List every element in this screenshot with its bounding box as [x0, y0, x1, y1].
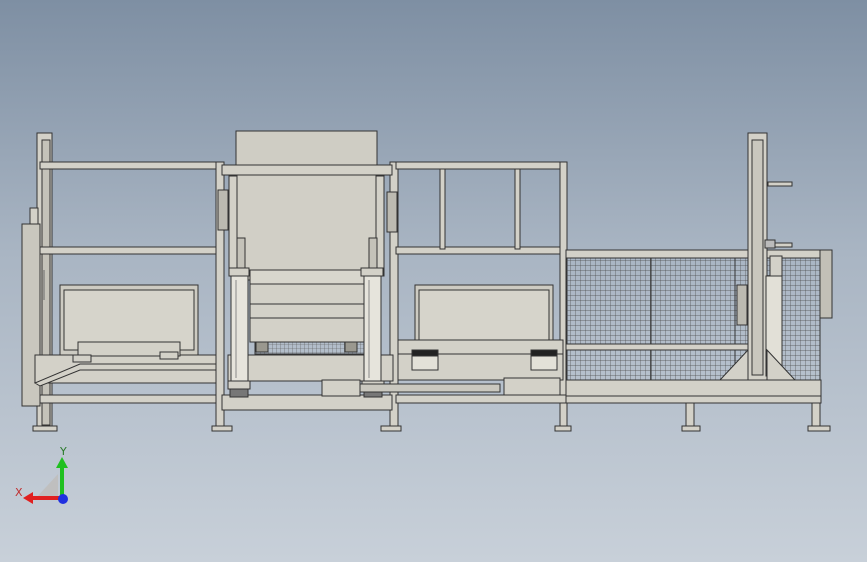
- cad-viewport[interactable]: Y X: [0, 0, 867, 562]
- coordinate-triad: Y X: [15, 445, 68, 504]
- z-axis-origin: [58, 494, 68, 504]
- triad-plane: [36, 474, 58, 498]
- right-fenced-module[interactable]: [565, 132, 833, 432]
- machine-assembly[interactable]: [21, 130, 833, 432]
- x-axis-label: X: [15, 486, 23, 499]
- x-axis-head: [23, 492, 33, 504]
- y-axis-head: [56, 457, 68, 468]
- left-frame-module[interactable]: [21, 132, 221, 432]
- y-axis-label: Y: [59, 445, 67, 458]
